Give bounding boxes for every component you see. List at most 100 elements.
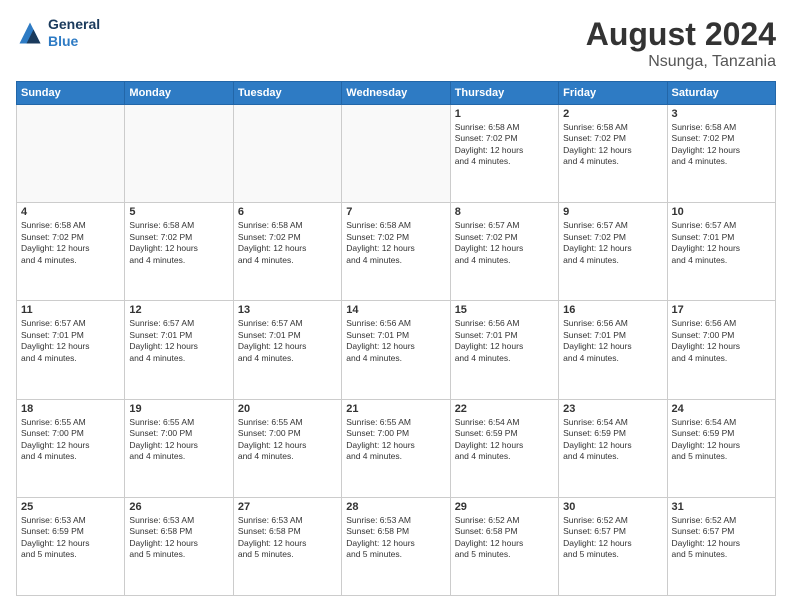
day-cell-1: 1 Sunrise: 6:58 AM Sunset: 7:02 PM Daylig… bbox=[450, 105, 558, 203]
day-number: 21 bbox=[346, 403, 445, 415]
day-cell-31: 31 Sunrise: 6:52 AM Sunset: 6:57 PM Dayli… bbox=[667, 497, 775, 595]
day-number: 20 bbox=[238, 403, 337, 415]
empty-cell bbox=[233, 105, 341, 203]
day-info: Sunrise: 6:55 AM Sunset: 7:00 PM Dayligh… bbox=[238, 417, 337, 463]
day-info: Sunrise: 6:56 AM Sunset: 7:00 PM Dayligh… bbox=[672, 318, 771, 364]
day-info: Sunrise: 6:58 AM Sunset: 7:02 PM Dayligh… bbox=[346, 220, 445, 266]
day-info: Sunrise: 6:55 AM Sunset: 7:00 PM Dayligh… bbox=[129, 417, 228, 463]
day-cell-8: 8 Sunrise: 6:57 AM Sunset: 7:02 PM Daylig… bbox=[450, 203, 558, 301]
day-info: Sunrise: 6:52 AM Sunset: 6:58 PM Dayligh… bbox=[455, 515, 554, 561]
day-info: Sunrise: 6:57 AM Sunset: 7:01 PM Dayligh… bbox=[672, 220, 771, 266]
day-cell-27: 27 Sunrise: 6:53 AM Sunset: 6:58 PM Dayli… bbox=[233, 497, 341, 595]
week-row-1: 1 Sunrise: 6:58 AM Sunset: 7:02 PM Daylig… bbox=[17, 105, 776, 203]
day-number: 30 bbox=[563, 501, 662, 513]
day-number: 31 bbox=[672, 501, 771, 513]
logo-line2: Blue bbox=[48, 33, 78, 49]
day-info: Sunrise: 6:53 AM Sunset: 6:58 PM Dayligh… bbox=[238, 515, 337, 561]
day-header-friday: Friday bbox=[559, 82, 667, 105]
day-info: Sunrise: 6:54 AM Sunset: 6:59 PM Dayligh… bbox=[455, 417, 554, 463]
day-info: Sunrise: 6:52 AM Sunset: 6:57 PM Dayligh… bbox=[672, 515, 771, 561]
day-cell-24: 24 Sunrise: 6:54 AM Sunset: 6:59 PM Dayli… bbox=[667, 399, 775, 497]
day-cell-21: 21Sunrise: 6:55 AM Sunset: 7:00 PM Dayli… bbox=[342, 399, 450, 497]
logo-text: General Blue bbox=[48, 16, 100, 50]
day-info: Sunrise: 6:52 AM Sunset: 6:57 PM Dayligh… bbox=[563, 515, 662, 561]
day-number: 15 bbox=[455, 304, 554, 316]
day-info: Sunrise: 6:55 AM Sunset: 7:00 PM Dayligh… bbox=[21, 417, 120, 463]
week-row-4: 18 Sunrise: 6:55 AM Sunset: 7:00 PM Dayli… bbox=[17, 399, 776, 497]
day-number: 4 bbox=[21, 206, 120, 218]
day-info: Sunrise: 6:53 AM Sunset: 6:59 PM Dayligh… bbox=[21, 515, 120, 561]
day-number: 23 bbox=[563, 403, 662, 415]
day-cell-11: 11 Sunrise: 6:57 AM Sunset: 7:01 PM Dayli… bbox=[17, 301, 125, 399]
day-header-sunday: Sunday bbox=[17, 82, 125, 105]
day-cell-20: 20 Sunrise: 6:55 AM Sunset: 7:00 PM Dayli… bbox=[233, 399, 341, 497]
day-cell-29: 29 Sunrise: 6:52 AM Sunset: 6:58 PM Dayli… bbox=[450, 497, 558, 595]
day-info: Sunrise: 6:58 AM Sunset: 7:02 PM Dayligh… bbox=[563, 122, 662, 168]
day-cell-25: 25 Sunrise: 6:53 AM Sunset: 6:59 PM Dayli… bbox=[17, 497, 125, 595]
day-number: 1 bbox=[455, 108, 554, 120]
day-cell-10: 10 Sunrise: 6:57 AM Sunset: 7:01 PM Dayli… bbox=[667, 203, 775, 301]
empty-cell bbox=[125, 105, 233, 203]
day-number: 27 bbox=[238, 501, 337, 513]
empty-cell bbox=[17, 105, 125, 203]
day-cell-9: 9Sunrise: 6:57 AM Sunset: 7:02 PM Daylig… bbox=[559, 203, 667, 301]
day-cell-18: 18 Sunrise: 6:55 AM Sunset: 7:00 PM Dayli… bbox=[17, 399, 125, 497]
week-row-2: 4 Sunrise: 6:58 AM Sunset: 7:02 PM Daylig… bbox=[17, 203, 776, 301]
title-block: August 2024 Nsunga, Tanzania bbox=[586, 16, 776, 71]
day-cell-14: 14Sunrise: 6:56 AM Sunset: 7:01 PM Dayli… bbox=[342, 301, 450, 399]
day-number: 28 bbox=[346, 501, 445, 513]
week-row-5: 25 Sunrise: 6:53 AM Sunset: 6:59 PM Dayli… bbox=[17, 497, 776, 595]
day-number: 26 bbox=[129, 501, 228, 513]
day-info: Sunrise: 6:58 AM Sunset: 7:02 PM Dayligh… bbox=[129, 220, 228, 266]
day-number: 3 bbox=[672, 108, 771, 120]
day-number: 11 bbox=[21, 304, 120, 316]
logo-line1: General bbox=[48, 16, 100, 32]
day-number: 10 bbox=[672, 206, 771, 218]
day-cell-13: 13Sunrise: 6:57 AM Sunset: 7:01 PM Dayli… bbox=[233, 301, 341, 399]
day-cell-6: 6 Sunrise: 6:58 AM Sunset: 7:02 PM Daylig… bbox=[233, 203, 341, 301]
day-number: 12 bbox=[129, 304, 228, 316]
page: General Blue August 2024 Nsunga, Tanzani… bbox=[0, 0, 792, 612]
day-cell-30: 30 Sunrise: 6:52 AM Sunset: 6:57 PM Dayli… bbox=[559, 497, 667, 595]
day-info: Sunrise: 6:57 AM Sunset: 7:02 PM Dayligh… bbox=[455, 220, 554, 266]
day-number: 24 bbox=[672, 403, 771, 415]
day-number: 29 bbox=[455, 501, 554, 513]
day-cell-28: 28 Sunrise: 6:53 AM Sunset: 6:58 PM Dayli… bbox=[342, 497, 450, 595]
day-cell-5: 5 Sunrise: 6:58 AM Sunset: 7:02 PM Daylig… bbox=[125, 203, 233, 301]
day-cell-15: 15Sunrise: 6:56 AM Sunset: 7:01 PM Dayli… bbox=[450, 301, 558, 399]
day-number: 5 bbox=[129, 206, 228, 218]
day-info: Sunrise: 6:58 AM Sunset: 7:02 PM Dayligh… bbox=[238, 220, 337, 266]
day-info: Sunrise: 6:54 AM Sunset: 6:59 PM Dayligh… bbox=[672, 417, 771, 463]
header: General Blue August 2024 Nsunga, Tanzani… bbox=[16, 16, 776, 71]
day-info: Sunrise: 6:57 AM Sunset: 7:01 PM Dayligh… bbox=[21, 318, 120, 364]
day-cell-4: 4Sunrise: 6:58 AM Sunset: 7:02 PM Daylig… bbox=[17, 203, 125, 301]
day-info: Sunrise: 6:58 AM Sunset: 7:02 PM Dayligh… bbox=[672, 122, 771, 168]
day-info: Sunrise: 6:53 AM Sunset: 6:58 PM Dayligh… bbox=[346, 515, 445, 561]
day-header-wednesday: Wednesday bbox=[342, 82, 450, 105]
day-cell-3: 3 Sunrise: 6:58 AM Sunset: 7:02 PM Daylig… bbox=[667, 105, 775, 203]
day-cell-19: 19 Sunrise: 6:55 AM Sunset: 7:00 PM Dayli… bbox=[125, 399, 233, 497]
day-number: 6 bbox=[238, 206, 337, 218]
day-cell-26: 26Sunrise: 6:53 AM Sunset: 6:58 PM Dayli… bbox=[125, 497, 233, 595]
day-number: 9 bbox=[563, 206, 662, 218]
day-info: Sunrise: 6:58 AM Sunset: 7:02 PM Dayligh… bbox=[455, 122, 554, 168]
day-header-tuesday: Tuesday bbox=[233, 82, 341, 105]
day-number: 25 bbox=[21, 501, 120, 513]
month-title: August 2024 bbox=[586, 16, 776, 53]
day-number: 19 bbox=[129, 403, 228, 415]
day-cell-7: 7Sunrise: 6:58 AM Sunset: 7:02 PM Daylig… bbox=[342, 203, 450, 301]
week-row-3: 11 Sunrise: 6:57 AM Sunset: 7:01 PM Dayli… bbox=[17, 301, 776, 399]
day-number: 8 bbox=[455, 206, 554, 218]
day-cell-2: 2 Sunrise: 6:58 AM Sunset: 7:02 PM Daylig… bbox=[559, 105, 667, 203]
day-info: Sunrise: 6:54 AM Sunset: 6:59 PM Dayligh… bbox=[563, 417, 662, 463]
day-number: 2 bbox=[563, 108, 662, 120]
logo: General Blue bbox=[16, 16, 100, 50]
day-info: Sunrise: 6:56 AM Sunset: 7:01 PM Dayligh… bbox=[563, 318, 662, 364]
day-header-saturday: Saturday bbox=[667, 82, 775, 105]
day-number: 18 bbox=[21, 403, 120, 415]
empty-cell bbox=[342, 105, 450, 203]
day-number: 14 bbox=[346, 304, 445, 316]
day-cell-16: 16Sunrise: 6:56 AM Sunset: 7:01 PM Dayli… bbox=[559, 301, 667, 399]
day-number: 13 bbox=[238, 304, 337, 316]
day-info: Sunrise: 6:57 AM Sunset: 7:01 PM Dayligh… bbox=[129, 318, 228, 364]
